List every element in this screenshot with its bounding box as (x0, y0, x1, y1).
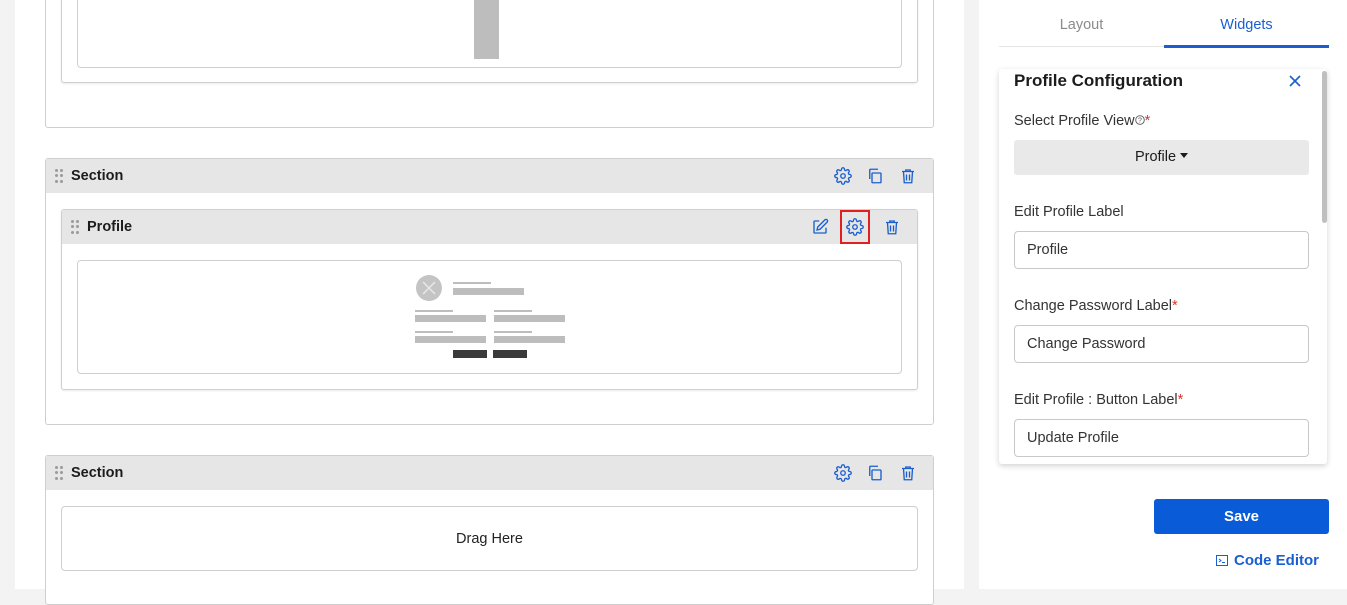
change-password-label-input[interactable] (1014, 325, 1309, 363)
widget-header[interactable]: Profile (62, 210, 917, 244)
required-marker: * (1177, 392, 1184, 408)
required-marker: * (1144, 113, 1151, 129)
drag-handle-icon[interactable] (55, 466, 65, 480)
help-icon[interactable]: ? (1134, 115, 1145, 125)
drop-zone[interactable]: Drag Here (61, 506, 918, 571)
profile-config-card: Profile Configuration Select Profile Vie… (999, 69, 1327, 464)
required-marker: * (1172, 298, 1178, 314)
caret-down-icon (1180, 153, 1189, 158)
widget-preview-top (77, 0, 902, 68)
widget-top (61, 0, 918, 83)
properties-panel: Layout Widgets Profile Configuration Sel… (979, 0, 1347, 589)
edit-profile-label-label: Edit Profile Label (1014, 204, 1124, 220)
placeholder-line (494, 331, 532, 333)
edit-profile-label-input[interactable] (1014, 231, 1309, 269)
edit-profile-button-label-text: Edit Profile : Button Label (1014, 392, 1178, 408)
placeholder-button (453, 350, 487, 358)
change-password-label-label: Change Password Label* (1014, 298, 1178, 314)
section-duplicate-button[interactable] (864, 165, 886, 187)
terminal-icon (1216, 555, 1228, 566)
widget-edit-button[interactable] (809, 216, 831, 238)
panel-tabs: Layout Widgets (999, 0, 1329, 48)
section-header[interactable]: Section (46, 456, 933, 490)
section-settings-button[interactable] (832, 165, 854, 187)
svg-text:?: ? (1138, 118, 1142, 125)
code-editor-label: Code Editor (1234, 552, 1319, 569)
section-delete-button[interactable] (897, 462, 919, 484)
section-duplicate-button[interactable] (864, 462, 886, 484)
edit-profile-button-label-input[interactable] (1014, 419, 1309, 457)
section-settings-button[interactable] (832, 462, 854, 484)
widget-settings-button[interactable] (840, 210, 870, 244)
profile-widget[interactable]: Profile (61, 209, 918, 390)
gear-icon (834, 167, 852, 185)
edit-profile-label-text: Edit Profile Label (1014, 204, 1124, 220)
code-editor-link[interactable]: Code Editor (1216, 552, 1319, 569)
active-tab-indicator (1164, 45, 1329, 48)
widget-delete-button[interactable] (881, 216, 903, 238)
config-title: Profile Configuration (1014, 71, 1184, 90)
drag-handle-icon[interactable] (71, 220, 81, 234)
placeholder-button (493, 350, 527, 358)
profile-preview (77, 260, 902, 374)
close-icon[interactable] (1285, 71, 1305, 91)
drop-zone-text: Drag Here (456, 531, 523, 547)
preview-bar (474, 0, 499, 59)
section-delete-button[interactable] (897, 165, 919, 187)
placeholder-line (453, 282, 491, 284)
placeholder-line (494, 336, 565, 343)
edit-icon (813, 218, 829, 234)
trash-icon (902, 466, 914, 481)
avatar-placeholder-icon (416, 275, 442, 301)
change-password-label-text: Change Password Label (1014, 298, 1172, 314)
placeholder-line (415, 310, 453, 312)
placeholder-line (494, 315, 565, 322)
edit-profile-button-label-label: Edit Profile : Button Label* (1014, 392, 1183, 408)
placeholder-line (415, 331, 453, 333)
section-top (45, 0, 934, 128)
config-scrollbar[interactable] (1322, 71, 1327, 223)
copy-icon (869, 465, 882, 481)
widget-title: Profile (87, 219, 133, 235)
trash-icon (902, 169, 914, 184)
tab-layout[interactable]: Layout (999, 17, 1164, 33)
placeholder-line (415, 315, 486, 322)
drag-handle-icon[interactable] (55, 169, 65, 183)
section-title: Section (71, 465, 124, 481)
profile-view-value: Profile (1134, 149, 1177, 165)
trash-icon (886, 220, 898, 235)
placeholder-line (453, 288, 524, 295)
section-header[interactable]: Section (46, 159, 933, 193)
tab-widgets[interactable]: Widgets (1164, 17, 1329, 33)
section-title: Section (71, 168, 124, 184)
copy-icon (869, 168, 882, 184)
section-bottom: Section Drag Here (45, 455, 934, 605)
placeholder-line (494, 310, 532, 312)
profile-view-label-text: Select Profile View (1014, 113, 1135, 129)
save-button[interactable]: Save (1154, 499, 1329, 534)
profile-view-dropdown[interactable]: Profile (1014, 140, 1309, 175)
placeholder-line (415, 336, 486, 343)
gear-icon (846, 218, 864, 236)
gear-icon (834, 464, 852, 482)
section-profile: Section Profile (45, 158, 934, 425)
profile-view-label: Select Profile View? * (1014, 113, 1150, 129)
